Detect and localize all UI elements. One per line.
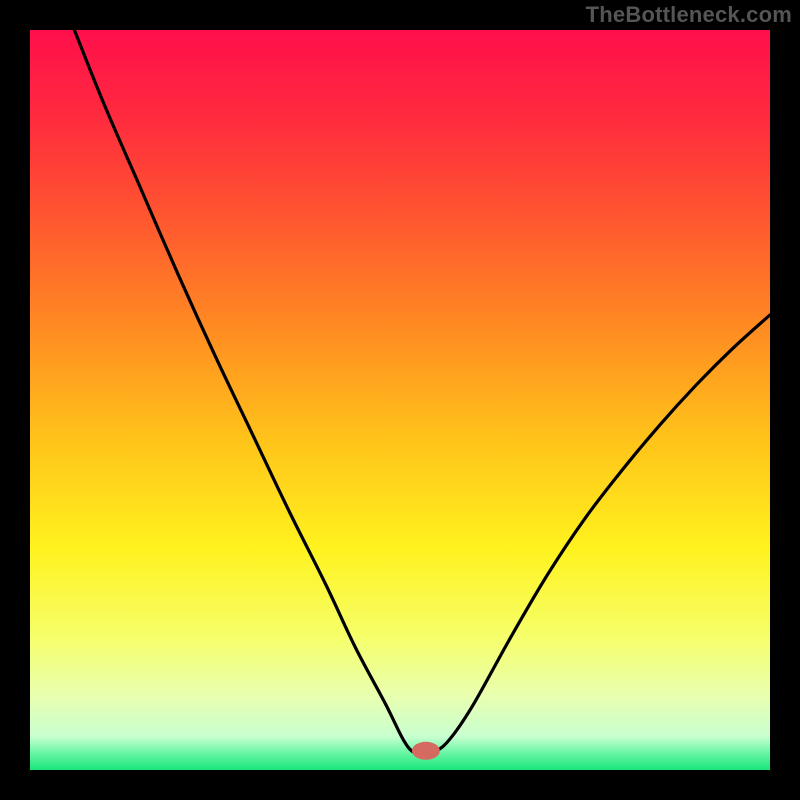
chart-svg — [30, 30, 770, 770]
chart-frame: TheBottleneck.com — [0, 0, 800, 800]
optimum-marker — [412, 742, 440, 760]
plot-area — [30, 30, 770, 770]
gradient-background — [30, 30, 770, 770]
watermark-text: TheBottleneck.com — [586, 2, 792, 28]
